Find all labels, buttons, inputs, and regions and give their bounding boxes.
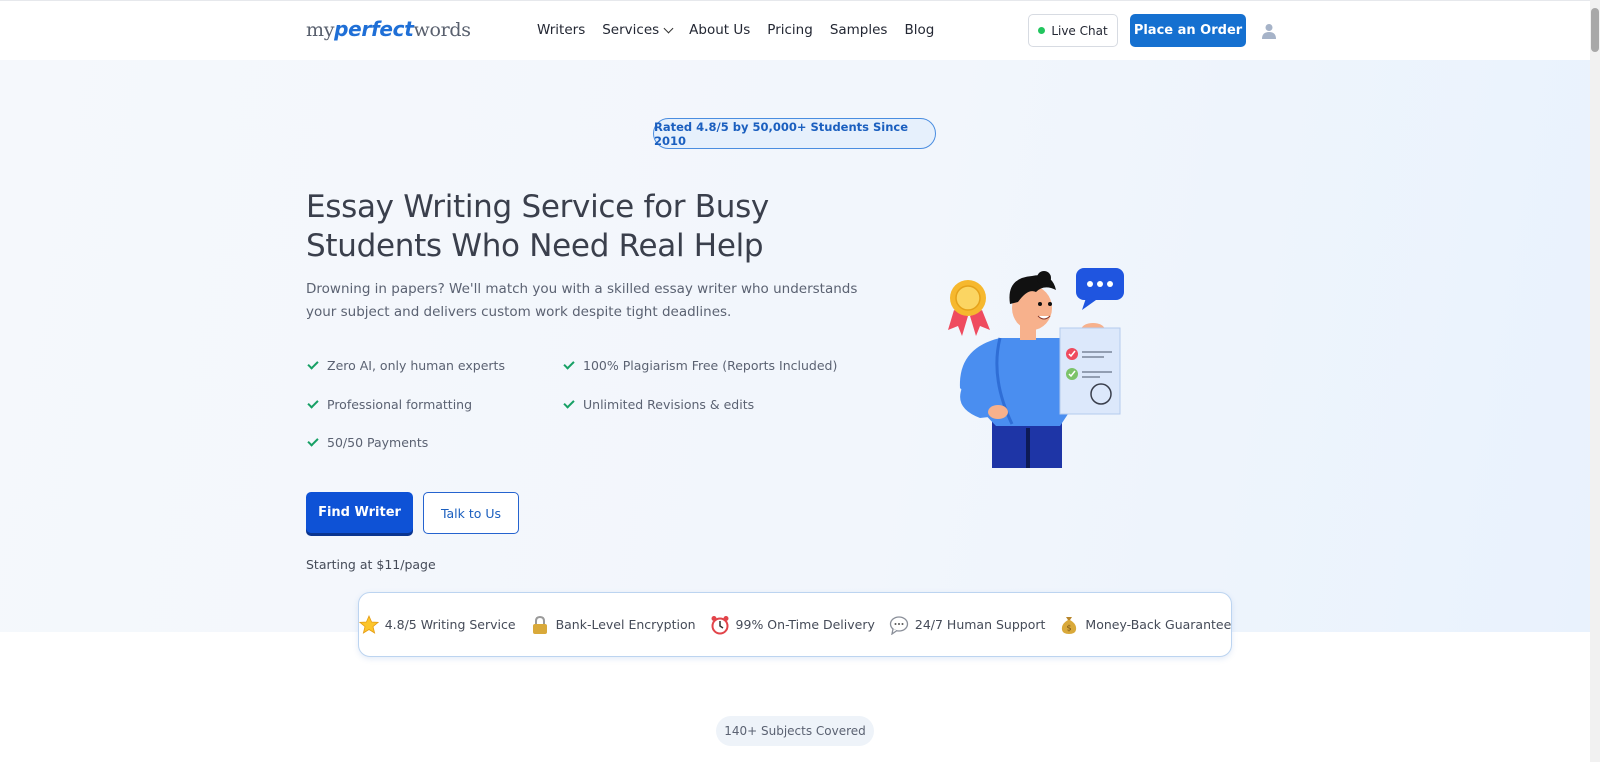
trust-item-label: 4.8/5 Writing Service [384, 617, 516, 632]
nav-blog[interactable]: Blog [904, 22, 934, 38]
logo-suffix: words [413, 19, 471, 41]
money-bag-icon: $ [1062, 616, 1077, 634]
subjects-badge-text: 140+ Subjects Covered [724, 724, 866, 738]
feature-item: 50/50 Payments [307, 435, 429, 450]
site-header: myperfectwords Writers Services About Us… [0, 0, 1590, 60]
trust-item-rating: 4.8/5 Writing Service [358, 614, 516, 635]
trust-item-support: 24/7 Human Support [889, 615, 1046, 635]
logo-brand: perfect [334, 17, 414, 41]
trust-bar: 4.8/5 Writing Service Bank-Level Encrypt… [358, 592, 1232, 657]
place-order-label: Place an Order [1133, 23, 1243, 38]
trust-item-label: Money-Back Guarantee [1085, 617, 1232, 632]
check-icon [307, 358, 319, 370]
find-writer-button[interactable]: Find Writer [306, 492, 413, 533]
feature-item: Unlimited Revisions & edits [563, 397, 755, 412]
trust-item-label: Bank-Level Encryption [555, 617, 696, 632]
page-title: Essay Writing Service for Busy Students … [306, 189, 769, 264]
nav-samples[interactable]: Samples [830, 22, 888, 38]
starting-price: Starting at $11/page [306, 557, 436, 572]
live-chat-button[interactable]: Live Chat [1028, 14, 1118, 47]
check-icon [563, 397, 575, 409]
award-medal-icon [948, 280, 990, 336]
speech-bubble-icon [889, 615, 909, 635]
logo-prefix: my [306, 19, 335, 41]
nav-pricing-label: Pricing [767, 22, 813, 38]
rating-badge-text: Rated 4.8/5 by 50,000+ Students Since 20… [654, 119, 909, 148]
check-icon [307, 397, 319, 409]
nav-blog-label: Blog [904, 22, 935, 38]
check-icon [563, 358, 575, 370]
nav-about-label: About Us [689, 22, 751, 38]
talk-to-us-button[interactable]: Talk to Us [423, 492, 519, 534]
trust-item-label: 24/7 Human Support [914, 617, 1046, 632]
nav-writers-label: Writers [537, 22, 586, 38]
lock-icon [532, 615, 547, 634]
feature-label: Professional formatting [327, 397, 473, 412]
nav-samples-label: Samples [829, 22, 888, 38]
chat-bubble-icon [1076, 268, 1124, 310]
nav-services[interactable]: Services [602, 22, 674, 38]
feature-label: Zero AI, only human experts [327, 358, 505, 373]
checklist-document-icon [1059, 327, 1121, 415]
nav-pricing[interactable]: Pricing [767, 22, 813, 38]
feature-item: 100% Plagiarism Free (Reports Included) [563, 358, 838, 373]
subjects-badge: 140+ Subjects Covered [716, 716, 874, 746]
chevron-down-icon [663, 23, 674, 33]
nav-services-label: Services [602, 22, 660, 38]
trust-item-guarantee: $ Money-Back Guarantee [1059, 615, 1231, 635]
feature-label: 100% Plagiarism Free (Reports Included) [583, 358, 838, 373]
trust-item-delivery: 99% On-Time Delivery [710, 615, 875, 635]
feature-label: Unlimited Revisions & edits [583, 397, 755, 412]
feature-label: 50/50 Payments [327, 435, 429, 450]
find-writer-label: Find Writer [318, 505, 401, 520]
nav-writers[interactable]: Writers [537, 22, 585, 38]
live-chat-label: Live Chat [1051, 23, 1108, 38]
scrollbar-thumb[interactable] [1591, 8, 1599, 52]
trust-item-label: 99% On-Time Delivery [735, 617, 875, 632]
main-nav: Writers Services About Us Pricing Sample… [537, 22, 951, 38]
hero-subtitle: Drowning in papers? We'll match you with… [306, 281, 858, 320]
writer-with-checklist-illustration [948, 268, 1124, 468]
logo[interactable]: myperfectwords [306, 17, 471, 41]
talk-to-us-label: Talk to Us [440, 505, 502, 521]
page-scrollbar[interactable] [1590, 0, 1600, 762]
svg-text:$: $ [1067, 623, 1072, 632]
trust-item-encryption: Bank-Level Encryption [530, 615, 696, 635]
rating-badge: Rated 4.8/5 by 50,000+ Students Since 20… [653, 118, 936, 149]
check-icon [307, 435, 319, 447]
user-icon[interactable] [1262, 23, 1276, 39]
alarm-clock-icon [711, 615, 729, 634]
place-order-button[interactable]: Place an Order [1130, 14, 1246, 47]
nav-about-us[interactable]: About Us [689, 22, 750, 38]
feature-item: Zero AI, only human experts [307, 358, 505, 373]
online-status-icon [1038, 27, 1046, 34]
star-icon [358, 614, 379, 634]
feature-item: Professional formatting [307, 397, 473, 412]
